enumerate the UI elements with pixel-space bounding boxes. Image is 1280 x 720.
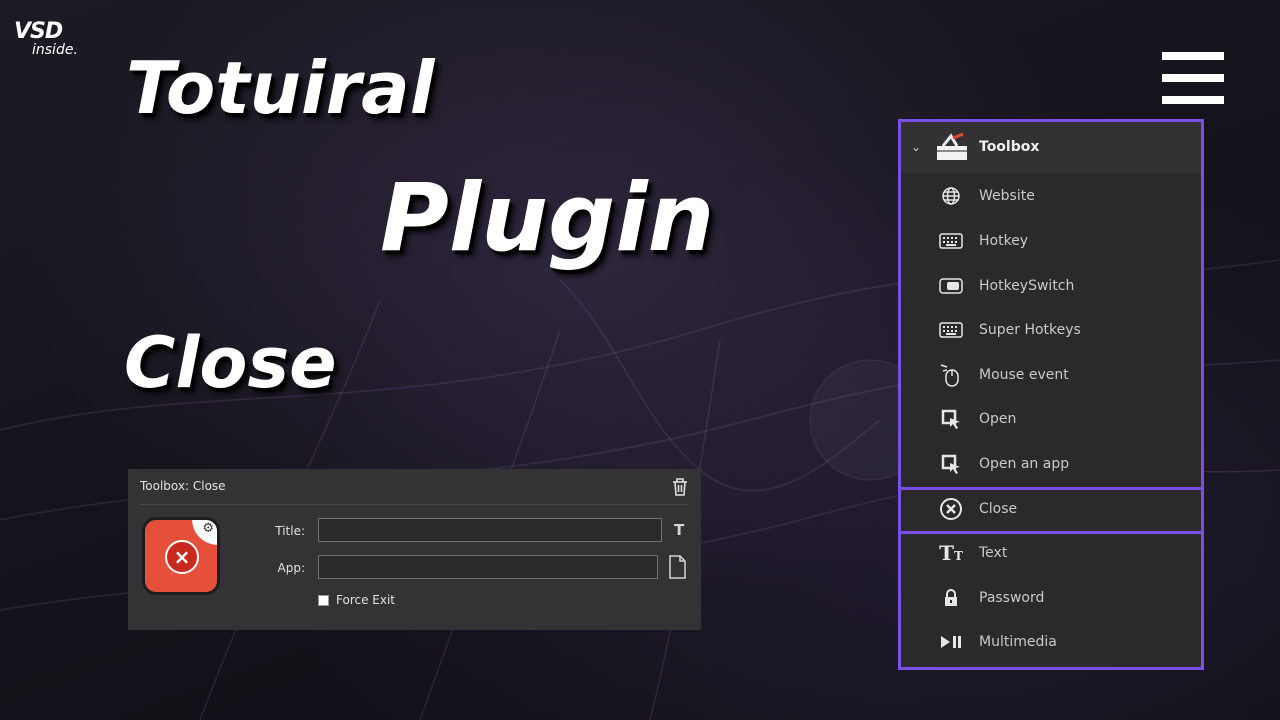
toolbox-item-label: Text xyxy=(979,545,1008,561)
close-plugin-dialog: Toolbox: Close × ⚙ Title: T App: Force E… xyxy=(128,469,701,630)
gear-icon[interactable]: ⚙ xyxy=(202,521,214,536)
toolbox-item-label: Website xyxy=(979,188,1035,204)
toolbox-item-label: Mouse event xyxy=(979,367,1069,383)
dialog-separator xyxy=(140,504,689,505)
title-line-3: Close xyxy=(124,322,337,404)
menu-bar xyxy=(1162,74,1224,82)
keyboard-icon xyxy=(937,318,965,342)
toolbox-item-super-hotkeys[interactable]: Super Hotkeys xyxy=(901,308,1201,352)
menu-bar xyxy=(1162,52,1224,60)
force-exit-label: Force Exit xyxy=(336,593,396,607)
title-input[interactable] xyxy=(318,518,662,542)
toolbox-header[interactable]: ⌄ Toolbox xyxy=(901,121,1201,173)
toolbox-item-label: Hotkey xyxy=(979,233,1029,249)
toolbox-item-label: Multimedia xyxy=(979,634,1057,650)
close-circle-icon xyxy=(937,497,965,521)
file-browse-icon[interactable] xyxy=(668,555,686,579)
title-line-1: Totuiral xyxy=(126,46,435,130)
toolbox-item-open-an-app[interactable]: Open an app xyxy=(901,442,1201,486)
text-type-icon[interactable]: T xyxy=(674,521,684,539)
cursor-icon xyxy=(937,407,965,431)
play-pause-icon xyxy=(937,630,965,654)
toolbox-item-label: Open xyxy=(979,411,1017,427)
toolbox-item-open[interactable]: Open xyxy=(901,397,1201,441)
switch-icon xyxy=(937,274,965,298)
toolbox-item-label: Open an app xyxy=(979,456,1070,472)
text-icon: TT xyxy=(939,541,963,565)
close-x-icon: × xyxy=(165,540,199,574)
title-line-2: Plugin xyxy=(380,164,715,273)
logo-mark: VSD xyxy=(14,19,63,44)
toolbox-item-label: Close xyxy=(979,501,1018,517)
toolbox-item-mouse-event[interactable]: Mouse event xyxy=(901,353,1201,397)
title-field-label: Title: xyxy=(275,524,305,538)
toolbox-item-hotkey[interactable]: Hotkey xyxy=(901,219,1201,263)
toolbox-item-label: Super Hotkeys xyxy=(979,322,1081,338)
chevron-down-icon: ⌄ xyxy=(911,140,922,154)
mouse-icon xyxy=(937,363,965,387)
cursor-icon xyxy=(937,452,965,476)
globe-icon xyxy=(937,184,965,208)
toolbox-title: Toolbox xyxy=(979,139,1040,155)
checkbox-box[interactable] xyxy=(318,594,329,606)
menu-bar xyxy=(1162,96,1224,104)
lock-icon xyxy=(937,586,965,610)
dialog-title: Toolbox: Close xyxy=(140,479,226,493)
toolbox-item-hotkeyswitch[interactable]: HotkeySwitch xyxy=(901,264,1201,308)
keyboard-icon xyxy=(937,229,965,253)
toolbox-panel: ⌄ Toolbox Website Hotkey HotkeySwitch Su… xyxy=(901,121,1201,668)
toolbox-icon xyxy=(937,132,967,160)
vsd-logo: VSD inside. xyxy=(14,19,78,59)
toolbox-item-label: HotkeySwitch xyxy=(979,278,1075,294)
toolbox-item-text[interactable]: TT Text xyxy=(901,531,1201,575)
force-exit-checkbox[interactable]: Force Exit xyxy=(318,593,395,607)
trash-icon[interactable] xyxy=(671,477,689,497)
hamburger-menu-icon[interactable] xyxy=(1162,52,1224,104)
app-field-label: App: xyxy=(277,561,306,575)
toolbox-item-website[interactable]: Website xyxy=(901,174,1201,218)
toolbox-item-password[interactable]: Password xyxy=(901,576,1201,620)
toolbox-item-close[interactable]: Close xyxy=(901,487,1201,531)
toolbox-item-multimedia[interactable]: Multimedia xyxy=(901,620,1201,664)
logo-subtitle: inside. xyxy=(32,42,78,58)
toolbox-item-label: Password xyxy=(979,590,1045,606)
close-app-icon: × ⚙ xyxy=(142,517,220,595)
app-input[interactable] xyxy=(318,555,658,579)
